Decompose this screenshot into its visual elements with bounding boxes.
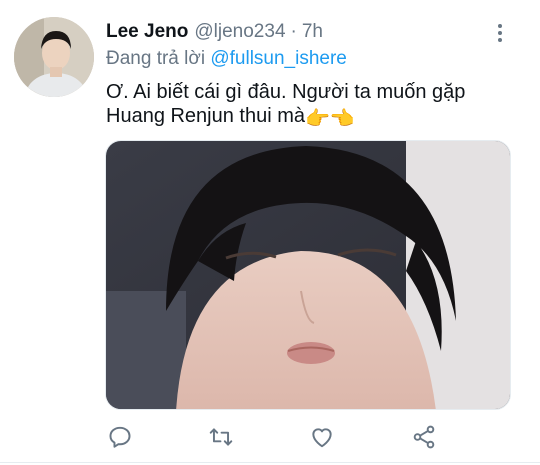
more-dot <box>498 31 502 35</box>
tweet-actions <box>105 422 445 452</box>
retweet-icon[interactable] <box>206 422 236 452</box>
tweet-media-image[interactable] <box>105 140 511 410</box>
heart-icon-glyph <box>312 428 332 448</box>
reply-prefix: Đang trả lời <box>106 48 206 69</box>
tweet-text: Ơ. Ai biết cái gì đâu. Người ta muốn gặp… <box>106 80 516 131</box>
reply-icon-glyph <box>109 426 131 448</box>
tweet-timestamp[interactable]: 7h <box>302 21 323 43</box>
tweet-card[interactable]: Lee Jeno @ljeno234 · 7h Đang trả lời @fu… <box>0 0 540 465</box>
heart-icon[interactable] <box>307 422 337 452</box>
tweet-header: Lee Jeno @ljeno234 · 7h <box>106 21 323 45</box>
share-icon[interactable] <box>409 422 439 452</box>
avatar-photo <box>14 17 94 97</box>
media-photo <box>106 141 510 409</box>
more-vertical-icon[interactable] <box>490 20 510 46</box>
more-dot <box>498 38 502 42</box>
tweet-body: Ơ. Ai biết cái gì đâu. Người ta muốn gặp… <box>106 81 466 127</box>
reply-icon[interactable] <box>105 422 135 452</box>
author-avatar[interactable] <box>14 17 94 97</box>
author-name[interactable]: Lee Jeno <box>106 21 188 43</box>
pointing-fingers-emoji: 👉👈 <box>305 108 355 130</box>
reply-context: Đang trả lời @fullsun_ishere <box>106 48 347 70</box>
reply-mention-link[interactable]: @fullsun_ishere <box>210 48 347 69</box>
header-separator: · <box>290 21 297 42</box>
author-handle[interactable]: @ljeno234 <box>194 21 285 43</box>
tweet-divider <box>0 462 540 463</box>
share-icon-glyph <box>413 425 435 449</box>
retweet-icon-glyph <box>209 428 233 446</box>
more-dot <box>498 24 502 28</box>
